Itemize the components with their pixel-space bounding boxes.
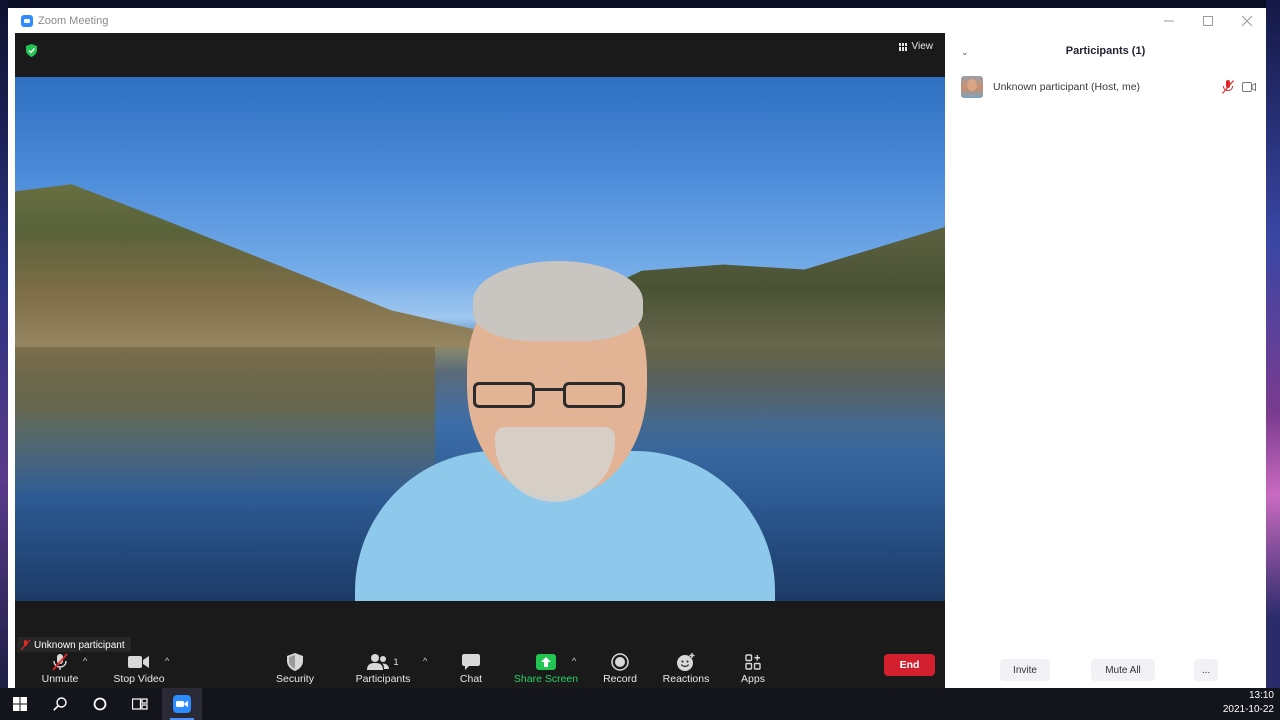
record-button[interactable]: Record	[595, 652, 645, 688]
start-button[interactable]	[0, 688, 40, 720]
share-screen-icon	[536, 654, 556, 670]
stop-video-label: Stop Video	[113, 673, 165, 685]
security-label: Security	[276, 673, 314, 685]
mic-off-icon	[52, 653, 68, 671]
system-clock[interactable]: 13:10 2021-10-22	[1223, 689, 1274, 717]
zoom-app-icon	[173, 695, 191, 713]
participant-name: Unknown participant (Host, me)	[993, 81, 1141, 93]
invite-button[interactable]: Invite	[1000, 659, 1050, 681]
windows-start-icon	[13, 697, 27, 711]
window-title: Zoom Meeting	[38, 14, 109, 27]
search-button[interactable]	[40, 688, 80, 720]
stop-video-button[interactable]: Stop Video	[105, 652, 173, 688]
participants-icon	[367, 654, 390, 670]
clock-time: 13:10	[1248, 690, 1274, 701]
participant-video[interactable]	[15, 77, 945, 601]
share-screen-label: Share Screen	[513, 673, 579, 685]
zoom-app-icon	[21, 14, 33, 27]
unmute-label: Unmute	[41, 673, 79, 685]
video-camera-icon[interactable]	[1242, 82, 1256, 92]
chat-button[interactable]: Chat	[451, 652, 491, 688]
avatar	[961, 76, 983, 98]
participants-button[interactable]: 1 Participants	[348, 652, 418, 688]
maximize-icon	[1202, 15, 1213, 26]
shield-icon	[287, 653, 303, 671]
audio-options-caret[interactable]: ^	[83, 656, 87, 666]
zoom-window: Zoom Meeting View Unknown participant Un…	[8, 8, 1266, 688]
task-view-button[interactable]	[120, 688, 160, 720]
window-controls	[1149, 8, 1266, 33]
participants-panel-footer: Invite Mute All ...	[945, 659, 1266, 683]
minimize-icon	[1163, 20, 1174, 21]
participants-panel: ⌄ Participants (1) Unknown participant (…	[945, 33, 1266, 688]
desktop-background-top	[0, 0, 1280, 8]
unmute-button[interactable]: Unmute	[35, 652, 85, 688]
reactions-button[interactable]: Reactions	[657, 652, 715, 688]
mic-off-icon[interactable]	[1222, 80, 1234, 94]
zoom-taskbar-button[interactable]	[162, 688, 202, 720]
meeting-toolbar: Unmute ^ Stop Video ^ Security 1 Partici…	[15, 652, 945, 688]
close-icon	[1241, 15, 1252, 26]
view-button[interactable]: View	[898, 41, 934, 52]
mute-all-button[interactable]: Mute All	[1091, 659, 1155, 681]
view-grid-icon	[898, 42, 908, 51]
participant-row[interactable]: Unknown participant (Host, me)	[961, 75, 1256, 99]
minimize-button[interactable]	[1149, 8, 1188, 33]
video-options-caret[interactable]: ^	[165, 656, 169, 666]
chat-label: Chat	[459, 673, 483, 685]
meeting-top-bar: View	[15, 33, 945, 77]
record-label: Record	[603, 673, 637, 685]
smiley-add-icon	[677, 653, 695, 671]
speaker-name-tag: Unknown participant	[17, 637, 131, 653]
participants-count: 1	[393, 657, 399, 667]
security-button[interactable]: Security	[270, 652, 320, 688]
meeting-area: View Unknown participant Unmute ^ Stop V…	[15, 33, 945, 688]
apps-icon	[745, 654, 761, 670]
search-icon	[53, 697, 67, 711]
apps-label: Apps	[741, 673, 765, 685]
video-camera-icon	[128, 656, 149, 668]
glasses	[463, 382, 653, 412]
share-options-caret[interactable]: ^	[572, 656, 576, 666]
desktop-background-left	[0, 0, 8, 688]
close-button[interactable]	[1227, 8, 1266, 33]
desktop-background-right	[1266, 0, 1280, 688]
chat-bubble-icon	[462, 654, 480, 670]
cortana-icon	[93, 697, 107, 711]
mic-off-icon	[21, 640, 30, 650]
maximize-button[interactable]	[1188, 8, 1227, 33]
apps-button[interactable]: Apps	[733, 652, 773, 688]
participants-panel-title: Participants (1)	[1065, 45, 1146, 57]
view-label: View	[911, 41, 934, 52]
speaker-name: Unknown participant	[34, 639, 125, 651]
reactions-label: Reactions	[662, 673, 710, 685]
record-icon	[611, 653, 629, 671]
participants-label: Participants	[355, 673, 411, 685]
windows-taskbar: 13:10 2021-10-22	[0, 688, 1280, 720]
clock-date: 2021-10-22	[1222, 704, 1274, 715]
shield-check-icon[interactable]	[26, 44, 37, 57]
title-bar[interactable]: Zoom Meeting	[8, 8, 1266, 33]
cortana-button[interactable]	[80, 688, 120, 720]
participants-options-caret[interactable]: ^	[423, 656, 427, 666]
end-meeting-button[interactable]: End	[884, 654, 935, 676]
task-view-icon	[132, 698, 148, 710]
more-options-button[interactable]: ...	[1194, 659, 1218, 681]
participant-person	[355, 261, 775, 601]
